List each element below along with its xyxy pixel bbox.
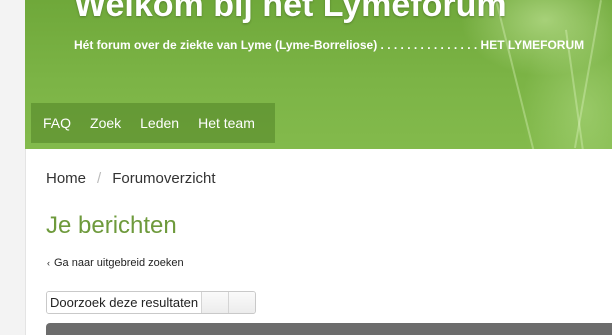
search-button[interactable] bbox=[201, 292, 228, 313]
breadcrumb: Home / Forumoverzicht bbox=[46, 170, 216, 187]
site-header: Welkom bij het Lymeforum Hét forum over … bbox=[25, 0, 612, 149]
breadcrumb-separator: / bbox=[97, 170, 102, 187]
site-subtitle: Hét forum over de ziekte van Lyme (Lyme-… bbox=[74, 38, 585, 52]
left-gutter bbox=[0, 0, 26, 335]
search-input[interactable] bbox=[47, 292, 201, 313]
advanced-search-label: Ga naar uitgebreid zoeken bbox=[54, 257, 184, 269]
chevron-left-icon: ‹ bbox=[47, 258, 50, 268]
results-header-bar bbox=[46, 323, 612, 335]
nav-item-het-team[interactable]: Het team bbox=[198, 115, 255, 131]
nav-item-faq[interactable]: FAQ bbox=[43, 115, 71, 131]
search-form bbox=[46, 291, 256, 314]
page-title: Je berichten bbox=[46, 212, 177, 239]
nav-item-zoek[interactable]: Zoek bbox=[90, 115, 121, 131]
header-decoration bbox=[573, 0, 602, 149]
breadcrumb-home[interactable]: Home bbox=[46, 170, 86, 187]
nav-item-leden[interactable]: Leden bbox=[140, 115, 179, 131]
breadcrumb-forumoverzicht[interactable]: Forumoverzicht bbox=[112, 170, 215, 187]
search-options-button[interactable] bbox=[228, 292, 255, 313]
main-nav: FAQ Zoek Leden Het team bbox=[31, 103, 275, 143]
site-title: Welkom bij het Lymeforum bbox=[74, 0, 507, 24]
advanced-search-link[interactable]: ‹ Ga naar uitgebreid zoeken bbox=[47, 257, 184, 269]
